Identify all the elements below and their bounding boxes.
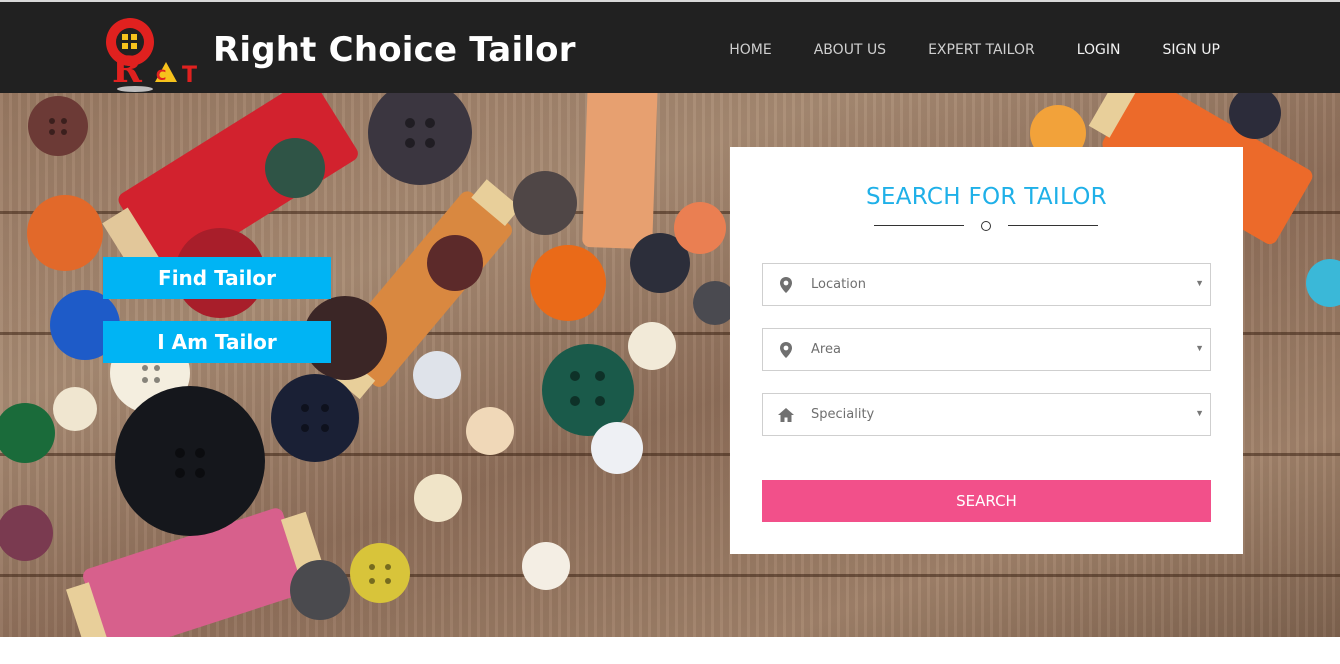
caret-down-icon: ▼ — [1195, 343, 1204, 353]
svg-text:C: C — [156, 68, 166, 84]
nav-sign-up[interactable]: SIGN UP — [1163, 42, 1220, 58]
nav-login[interactable]: LOGIN — [1077, 42, 1121, 58]
title-divider-dot — [981, 221, 991, 231]
area-select-label: Area — [811, 342, 841, 357]
speciality-select[interactable]: Speciality ▼ — [762, 393, 1211, 436]
title-divider-right — [1008, 225, 1098, 226]
logo[interactable]: R C T — [100, 16, 206, 92]
header: R C T Right Choice Tailor HOME ABOUT US … — [0, 2, 1340, 93]
hero-banner: Find Tailor I Am Tailor SEARCH FOR TAILO… — [0, 93, 1340, 637]
map-pin-icon — [780, 342, 792, 358]
map-pin-icon — [780, 277, 792, 293]
brand-name[interactable]: Right Choice Tailor — [213, 30, 576, 70]
location-select[interactable]: Location ▼ — [762, 263, 1211, 306]
location-select-label: Location — [811, 277, 866, 292]
caret-down-icon: ▼ — [1195, 278, 1204, 288]
search-title: SEARCH FOR TAILOR — [866, 184, 1107, 210]
search-button[interactable]: SEARCH — [762, 480, 1211, 522]
search-panel: SEARCH FOR TAILOR Location ▼ Area ▼ Spec — [730, 147, 1243, 554]
title-divider-left — [874, 225, 964, 226]
i-am-tailor-button[interactable]: I Am Tailor — [103, 321, 331, 363]
nav-home[interactable]: HOME — [729, 42, 771, 58]
nav-expert-tailor[interactable]: EXPERT TAILOR — [928, 42, 1035, 58]
area-select[interactable]: Area ▼ — [762, 328, 1211, 371]
find-tailor-button[interactable]: Find Tailor — [103, 257, 331, 299]
home-icon — [778, 408, 794, 422]
svg-text:T: T — [182, 63, 197, 88]
speciality-select-label: Speciality — [811, 407, 875, 422]
nav-about-us[interactable]: ABOUT US — [814, 42, 886, 58]
caret-down-icon: ▼ — [1195, 408, 1204, 418]
svg-text:R: R — [112, 49, 143, 91]
main-nav: HOME ABOUT US EXPERT TAILOR LOGIN SIGN U… — [687, 42, 1220, 58]
